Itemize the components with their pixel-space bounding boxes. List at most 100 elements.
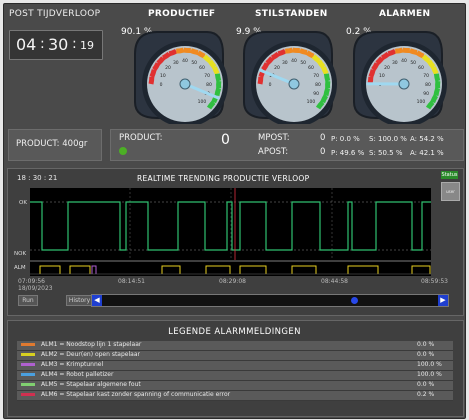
gauge-tick-label: 40 (182, 58, 188, 64)
scroll-thumb[interactable] (351, 297, 358, 304)
gauge-scale-segment (292, 47, 301, 54)
gauge-scale-segment (189, 48, 199, 56)
status-button[interactable]: Status (441, 171, 458, 179)
scroll-right-icon[interactable]: ▶ (438, 295, 448, 306)
gauge-tick-label: 80 (206, 82, 212, 88)
gauge-scale-segment (261, 62, 270, 72)
mpost-value: 0 (320, 133, 326, 143)
gauge-tick-label: 90 (313, 91, 319, 97)
gauge-tick-label: 70 (313, 73, 319, 79)
gauge-tick-label: 40 (401, 58, 407, 64)
gauge-tick-label: 70 (204, 73, 210, 79)
gauge-scale-segment (402, 47, 411, 54)
clock-sep-2: : (72, 36, 77, 52)
legend-row: ALM4 = Robot palletizer 100.0 % (17, 371, 453, 381)
legend-row: ALM6 = Stapelaar kast zonder spanning of… (17, 391, 453, 401)
legend-color-swatch (21, 373, 35, 376)
time-tick-0: 07:09:56 (18, 278, 45, 285)
gauge-scale-segment (395, 47, 404, 54)
gauge-scale-segment (320, 94, 329, 104)
gauge-tick-label: 30 (392, 60, 398, 66)
post-tijdverloop-title: POST TIJDVERLOOP (9, 9, 101, 19)
gauge-hub (179, 78, 191, 90)
gauge-tick-label: 10 (160, 73, 166, 79)
gauge-tick-label: 10 (379, 73, 385, 79)
alarm-state-segment (205, 265, 231, 274)
gauge-scale-segment (277, 48, 287, 57)
stats-product-value: 0 (221, 132, 230, 148)
scroll-left-icon[interactable]: ◀ (92, 295, 102, 306)
gauge-tick-label: 0 (269, 82, 272, 88)
gauge-tick-label: 20 (165, 65, 171, 71)
trend-title: REALTIME TRENDING PRODUCTIE VERLOOP (137, 174, 310, 183)
gauge-alarmen: 0102030 40 5060708090100 (353, 31, 447, 124)
gauge-scale-segment (408, 48, 418, 56)
gauge-tick-label: 50 (191, 60, 197, 66)
gauge-tick-label: 90 (423, 91, 429, 97)
gauge-scale-segment (305, 50, 315, 59)
history-button[interactable]: History (66, 295, 93, 306)
ok-axis-label: OK (19, 200, 27, 206)
gauge-scale-segment (149, 69, 157, 78)
gauge-scale-segment (285, 47, 294, 54)
alarm-state-segment (347, 265, 379, 274)
gauge-scale-segment (148, 76, 155, 85)
gauge-title-stilstanden: STILSTANDEN (255, 9, 328, 19)
legend-row: ALM2 = Deur(en) open stapelaar 0.0 % (17, 351, 453, 361)
legend-row: ALM5 = Stapelaar algemene fout 0.0 % (17, 381, 453, 391)
gauge-scale-segment (152, 62, 161, 72)
gauge-tick-label: 30 (173, 60, 179, 66)
gauge-tick-label: 50 (410, 60, 416, 66)
alarm-state-segment (161, 265, 181, 274)
legend-row: ALM1 = Noodstop lijn 1 stapelaar 0.0 % (17, 341, 453, 351)
legend-color-swatch (21, 343, 35, 346)
product-weight-box: PRODUCT: 400gr (8, 129, 102, 161)
user-button[interactable]: user (441, 182, 460, 201)
gauge-scale-segment (214, 73, 222, 82)
trend-scrollbar[interactable]: ◀ ▶ (91, 294, 449, 307)
apost-label: APOST: (258, 147, 289, 157)
apost-a: A: 42.1 % (410, 149, 444, 157)
gauge-stilstanden: 0102030405060708090100 (243, 31, 337, 124)
gauge-scale-segment (183, 47, 192, 54)
gauge-title-alarmen: ALARMEN (379, 9, 431, 19)
gauge-tick-label: 70 (423, 73, 429, 79)
gauge-scale-segment (196, 50, 206, 59)
legend-color-swatch (21, 383, 35, 386)
gauge-productief: 0102030405060708090100 (134, 31, 228, 124)
gauge-scale-segment (212, 66, 220, 76)
gauge-scale-segment (371, 62, 380, 72)
gauge-scale-segment (433, 73, 441, 82)
alarm-state-segment (39, 265, 61, 274)
time-tick-3: 08:44:58 (321, 278, 348, 285)
run-button[interactable]: Run (18, 295, 38, 306)
gauge-tick-label: 20 (384, 65, 390, 71)
gauge-title-productief: PRODUCTIEF (148, 9, 216, 19)
legend-title: LEGENDE ALARMMELDINGEN (168, 327, 301, 337)
legend-color-swatch (21, 363, 35, 366)
legend-alarm-name: ALM5 = Stapelaar algemene fout (41, 381, 141, 388)
stats-product-label: PRODUCT: (119, 133, 163, 143)
product-weight-label: PRODUCT: 400gr (16, 139, 88, 149)
apost-s: S: 50.5 % (369, 149, 403, 157)
gauge-scale-segment (323, 87, 331, 97)
gauge-scale-segment (257, 76, 264, 85)
legend-alarm-pct: 0.2 % (417, 391, 435, 398)
alarm-state-segment (239, 265, 267, 274)
gauge-scale-segment (323, 73, 331, 82)
legend-alarm-pct: 100.0 % (417, 371, 442, 378)
gauge-scale-segment (387, 48, 397, 57)
legend-alarm-name: ALM3 = Krimptunnel (41, 361, 104, 368)
apost-p: P: 49.6 % (331, 149, 365, 157)
nok-axis-label: NOK (14, 251, 27, 257)
trend-date: 18/09/2023 (18, 285, 53, 292)
product-status-led (119, 147, 127, 155)
legend-alarm-name: ALM2 = Deur(en) open stapelaar (41, 351, 140, 358)
gauge-tick-label: 60 (199, 65, 205, 71)
gauge-tick-label: 100 (198, 99, 207, 105)
clock-hours: 04 (16, 35, 37, 54)
gauge-scale-segment (433, 87, 441, 97)
legend-alarm-name: ALM6 = Stapelaar kast zonder spanning of… (41, 391, 231, 398)
gauge-scale-segment (298, 48, 308, 56)
gauge-hub (398, 78, 410, 90)
